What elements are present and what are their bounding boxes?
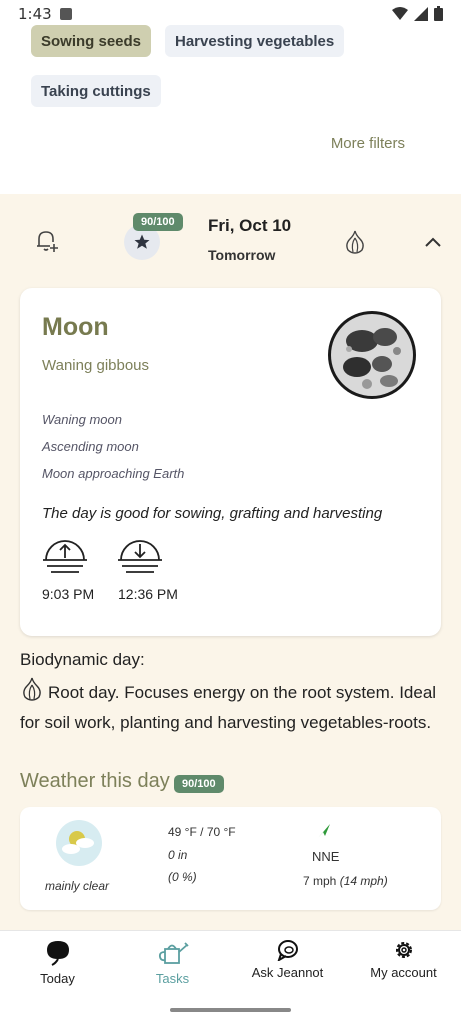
nav-my-account[interactable]: My account	[346, 939, 461, 980]
day-score-badge: 90/100	[133, 213, 183, 231]
star-icon	[134, 234, 150, 249]
chip-label: Harvesting vegetables	[175, 32, 335, 50]
moon-phase: Waning gibbous	[42, 357, 150, 374]
nav-label-today: Today	[40, 971, 75, 986]
weather-score-badge: 90/100	[174, 775, 224, 793]
collapse-button[interactable]	[420, 230, 446, 254]
moon-summary: The day is good for sowing, grafting and…	[42, 505, 383, 522]
wind-gust: (14 mph)	[339, 874, 388, 888]
weather-precip-pct: (0 %)	[168, 870, 197, 884]
biodynamic-description: Root day. Focuses energy on the root sys…	[20, 683, 437, 732]
signal-icon	[414, 6, 428, 21]
nav-label-tasks: Tasks	[155, 971, 190, 986]
moonrise-time: 9:03 PM	[42, 586, 95, 602]
gear-icon	[395, 942, 412, 958]
biodynamic-label: Biodynamic day:	[20, 650, 145, 669]
nav-today[interactable]: Today	[0, 939, 115, 986]
date-relative: Tomorrow	[208, 247, 276, 263]
leaf-icon	[46, 941, 69, 966]
nav-label-my-account: My account	[370, 965, 437, 980]
filter-chip-taking-cuttings[interactable]: Taking cuttings	[31, 75, 161, 107]
moon-image	[328, 311, 416, 399]
filter-chip-harvesting-vegetables[interactable]: Harvesting vegetables	[165, 25, 345, 57]
battery-icon	[434, 6, 443, 21]
garlic-icon	[346, 230, 364, 254]
moon-title: Moon	[42, 313, 109, 341]
biodynamic-text: Root day. Focuses energy on the root sys…	[20, 677, 440, 736]
wind-speed-row: 7 mph (14 mph)	[303, 874, 388, 888]
filter-chip-sowing-seeds[interactable]: Sowing seeds	[31, 25, 152, 57]
wind-direction: NNE	[312, 849, 340, 864]
chat-icon	[277, 940, 298, 961]
moonset-time: 12:36 PM	[118, 586, 178, 602]
weather-precip: 0 in	[168, 848, 188, 862]
status-bar: 1:43	[0, 0, 461, 28]
home-indicator[interactable]	[170, 1008, 291, 1012]
bell-plus-icon	[37, 231, 58, 252]
moon-detail-3: Moon approaching Earth	[42, 466, 185, 481]
more-filters-link[interactable]: More filters	[331, 135, 405, 152]
nav-ask-jeannot[interactable]: Ask Jeannot	[230, 939, 345, 980]
add-reminder-button[interactable]	[32, 226, 62, 256]
chevron-up-icon	[425, 237, 441, 247]
moonset-icon	[118, 540, 162, 573]
wifi-icon	[392, 6, 408, 20]
moon-detail-1: Waning moon	[42, 412, 122, 427]
chip-label: Taking cuttings	[41, 82, 151, 100]
notification-icon	[59, 8, 72, 20]
wind-speed: 7 mph	[303, 874, 337, 888]
root-day-indicator	[342, 228, 368, 256]
nav-label-ask-jeannot: Ask Jeannot	[251, 965, 324, 980]
garlic-icon	[20, 677, 48, 709]
weather-title: Weather this day	[20, 770, 170, 792]
moonrise-icon	[43, 540, 87, 573]
chip-label: Sowing seeds	[41, 32, 142, 50]
status-time: 1:43	[18, 5, 52, 23]
moon-detail-2: Ascending moon	[42, 439, 139, 454]
date-title: Fri, Oct 10	[208, 216, 292, 235]
partly-cloudy-icon	[56, 820, 102, 866]
weather-condition: mainly clear	[45, 879, 110, 893]
nav-tasks[interactable]: Tasks	[115, 939, 230, 986]
watering-can-icon	[158, 942, 189, 964]
wind-direction-icon	[318, 824, 330, 838]
weather-temps: 49 °F / 70 °F	[168, 825, 236, 839]
status-icons	[392, 6, 443, 21]
